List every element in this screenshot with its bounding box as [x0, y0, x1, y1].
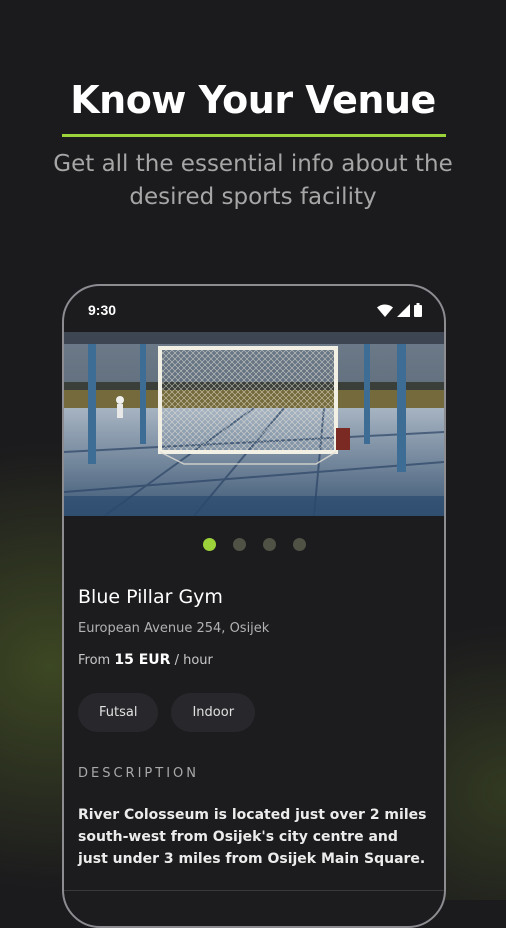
venue-tags: Futsal Indoor [78, 693, 256, 732]
promo-headline: Know Your Venue [70, 78, 436, 122]
description-heading: DESCRIPTION [78, 766, 199, 781]
gallery-dot[interactable] [292, 538, 306, 551]
venue-price: From 15 EUR / hour [78, 652, 213, 668]
wifi-icon [377, 304, 393, 317]
price-amount: 15 EUR [114, 652, 171, 668]
venue-photo[interactable] [64, 332, 444, 516]
price-prefix: From [78, 653, 111, 668]
venue-name: Blue Pillar Gym [78, 586, 223, 608]
status-time: 9:30 [88, 302, 117, 318]
tag-indoor[interactable]: Indoor [171, 693, 256, 732]
venue-address: European Avenue 254, Osijek [78, 621, 270, 636]
gallery-dot[interactable] [262, 538, 276, 551]
gallery-dot-active[interactable] [202, 538, 216, 551]
headline-underline [62, 134, 446, 137]
phone-frame: 9:30 Blue Pillar Gym European Avenue 254… [62, 284, 446, 928]
gallery-pagination [64, 538, 444, 551]
gallery-dot[interactable] [232, 538, 246, 551]
status-bar: 9:30 [64, 286, 444, 332]
promo-subtitle: Get all the essential info about the des… [53, 151, 453, 210]
divider [64, 890, 444, 891]
signal-icon [397, 304, 410, 317]
status-icons [377, 303, 422, 317]
price-suffix: / hour [174, 653, 213, 668]
battery-icon [414, 303, 422, 317]
description-text: River Colosseum is located just over 2 m… [78, 807, 427, 867]
tag-futsal[interactable]: Futsal [78, 693, 159, 732]
